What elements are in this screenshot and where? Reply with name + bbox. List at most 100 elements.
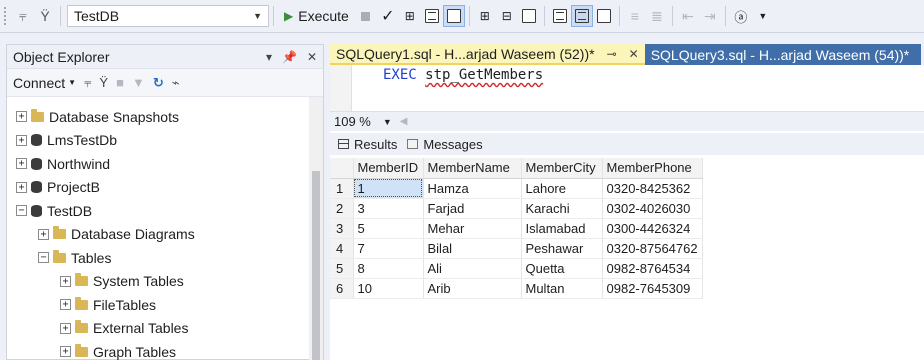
panel-menu-icon[interactable]: ▾ — [266, 50, 272, 64]
close-icon[interactable]: ✕ — [629, 47, 639, 61]
connect-object-explorer-icon[interactable]: ⫧ — [84, 75, 91, 91]
table-cell[interactable]: Farjad — [423, 198, 522, 219]
table-cell[interactable]: Arib — [423, 278, 522, 299]
table-cell[interactable]: Multan — [521, 278, 603, 299]
toolbar-grip[interactable] — [4, 7, 12, 25]
filter-icon[interactable]: ⫧ — [12, 5, 34, 27]
live-stats-button[interactable]: ⊟ — [496, 5, 518, 27]
scrollbar-thumb[interactable] — [312, 171, 320, 360]
chevron-down-icon[interactable]: ▼ — [383, 117, 392, 127]
column-header[interactable]: MemberCity — [521, 158, 603, 179]
expand-icon[interactable]: + — [16, 158, 27, 170]
expand-icon[interactable]: + — [60, 275, 71, 287]
tab-messages[interactable]: Messages — [407, 137, 483, 152]
results-grid-mode-button[interactable] — [570, 5, 593, 27]
connect-button[interactable]: Connect ▼ — [13, 75, 76, 91]
row-number[interactable]: 6 — [330, 278, 354, 299]
table-cell[interactable]: 3 — [353, 198, 424, 219]
filter-icon[interactable]: ▼ — [132, 75, 145, 90]
tree-node[interactable]: + External Tables — [7, 317, 309, 341]
results-to-grid-button[interactable] — [442, 5, 465, 27]
table-cell[interactable]: 0982-8764534 — [602, 258, 703, 279]
table-cell[interactable]: 0982-7645309 — [602, 278, 703, 299]
table-cell[interactable]: 5 — [353, 218, 424, 239]
code-editor[interactable]: EXEC stp_GetMembers — [330, 65, 924, 111]
row-number[interactable]: 2 — [330, 198, 354, 219]
tree-node[interactable]: + ProjectB — [7, 176, 309, 200]
tree-node[interactable]: + Database Diagrams — [7, 223, 309, 247]
expand-icon[interactable]: + — [16, 134, 27, 146]
table-cell[interactable]: Hamza — [423, 178, 522, 199]
tree-node[interactable]: + LmsTestDb — [7, 129, 309, 153]
table-cell[interactable]: Mehar — [423, 218, 522, 239]
collapse-icon[interactable]: − — [38, 252, 49, 264]
column-header[interactable]: MemberPhone — [602, 158, 703, 179]
stop-icon[interactable]: ■ — [116, 75, 124, 90]
results-text-mode-button[interactable] — [549, 5, 571, 27]
tree-node[interactable]: + Northwind — [7, 152, 309, 176]
table-cell[interactable]: Peshawar — [521, 238, 603, 259]
table-cell[interactable]: 7 — [353, 238, 424, 259]
pin-icon[interactable]: ⊸ — [607, 47, 617, 61]
table-cell[interactable]: 0320-8425362 — [602, 178, 703, 199]
table-cell[interactable]: Bilal — [423, 238, 522, 259]
close-icon[interactable]: ✕ — [307, 50, 317, 64]
stop-button[interactable] — [355, 5, 377, 27]
comment-button[interactable]: ≡ — [624, 5, 646, 27]
toolbar-overflow-button[interactable]: ▼ — [752, 5, 774, 27]
pin-icon[interactable]: 📌 — [282, 50, 297, 64]
table-cell[interactable]: 8 — [353, 258, 424, 279]
row-number[interactable]: 3 — [330, 218, 354, 239]
object-explorer-scrollbar[interactable] — [309, 97, 323, 360]
uncomment-button[interactable]: ≣ — [646, 5, 668, 27]
row-header-corner[interactable] — [330, 158, 354, 179]
expand-icon[interactable]: + — [60, 346, 71, 358]
code-line-1[interactable]: EXEC stp_GetMembers — [383, 67, 543, 83]
expand-icon[interactable]: + — [38, 228, 49, 240]
tab-sqlquery3[interactable]: SQLQuery3.sql - H...arjad Waseem (54))* — [644, 44, 922, 65]
table-cell[interactable]: Islamabad — [521, 218, 603, 239]
activity-monitor-icon[interactable]: ⌁ — [172, 75, 180, 91]
execute-button[interactable]: ▶ Execute — [278, 4, 355, 28]
table-cell[interactable]: Lahore — [521, 178, 603, 199]
tree-node[interactable]: − Tables — [7, 246, 309, 270]
scroll-left-icon[interactable]: ◀ — [400, 116, 408, 127]
parse-button[interactable]: ✓ — [377, 5, 399, 27]
row-number[interactable]: 5 — [330, 258, 354, 279]
table-cell[interactable]: 10 — [353, 278, 424, 299]
results-file-mode-button[interactable] — [593, 5, 615, 27]
row-number[interactable]: 4 — [330, 238, 354, 259]
table-cell[interactable]: 0300-4426324 — [602, 218, 703, 239]
database-selector[interactable]: TestDB ▼ — [67, 5, 269, 27]
table-cell[interactable]: Karachi — [521, 198, 603, 219]
expand-icon[interactable]: + — [60, 299, 71, 311]
column-header[interactable]: MemberID — [353, 158, 424, 179]
query-options-icon[interactable]: Ÿ — [34, 5, 56, 27]
row-number[interactable]: 1 — [330, 178, 354, 199]
execution-plan-button[interactable]: ⊞ — [399, 5, 421, 27]
tab-results[interactable]: Results — [338, 137, 397, 152]
tab-sqlquery1[interactable]: SQLQuery1.sql - H...arjad Waseem (52))* … — [330, 44, 645, 65]
results-to-text-button[interactable] — [421, 5, 443, 27]
refresh-icon[interactable]: ↻ — [153, 75, 164, 91]
increase-indent-button[interactable]: ⇥ — [699, 5, 721, 27]
specify-values-button[interactable]: ⓐ — [730, 5, 752, 27]
include-plan-button[interactable]: ⊞ — [474, 5, 496, 27]
table-cell[interactable]: Ali — [423, 258, 522, 279]
tree-node[interactable]: + FileTables — [7, 293, 309, 317]
tree-node[interactable]: − TestDB — [7, 199, 309, 223]
tree-node[interactable]: + Database Snapshots — [7, 105, 309, 129]
tree-node[interactable]: + Graph Tables — [7, 340, 309, 360]
tree-node[interactable]: + System Tables — [7, 270, 309, 294]
table-cell[interactable]: 0302-4026030 — [602, 198, 703, 219]
table-cell[interactable]: 1 — [353, 178, 424, 199]
expand-icon[interactable]: + — [16, 111, 27, 123]
column-header[interactable]: MemberName — [423, 158, 522, 179]
expand-icon[interactable]: + — [60, 322, 71, 334]
table-cell[interactable]: Quetta — [521, 258, 603, 279]
decrease-indent-button[interactable]: ⇤ — [677, 5, 699, 27]
zoom-level[interactable]: 109 % — [334, 114, 371, 129]
table-cell[interactable]: 0320-87564762 — [602, 238, 703, 259]
collapse-icon[interactable]: − — [16, 205, 27, 217]
disconnect-icon[interactable]: Ÿ — [99, 75, 108, 90]
